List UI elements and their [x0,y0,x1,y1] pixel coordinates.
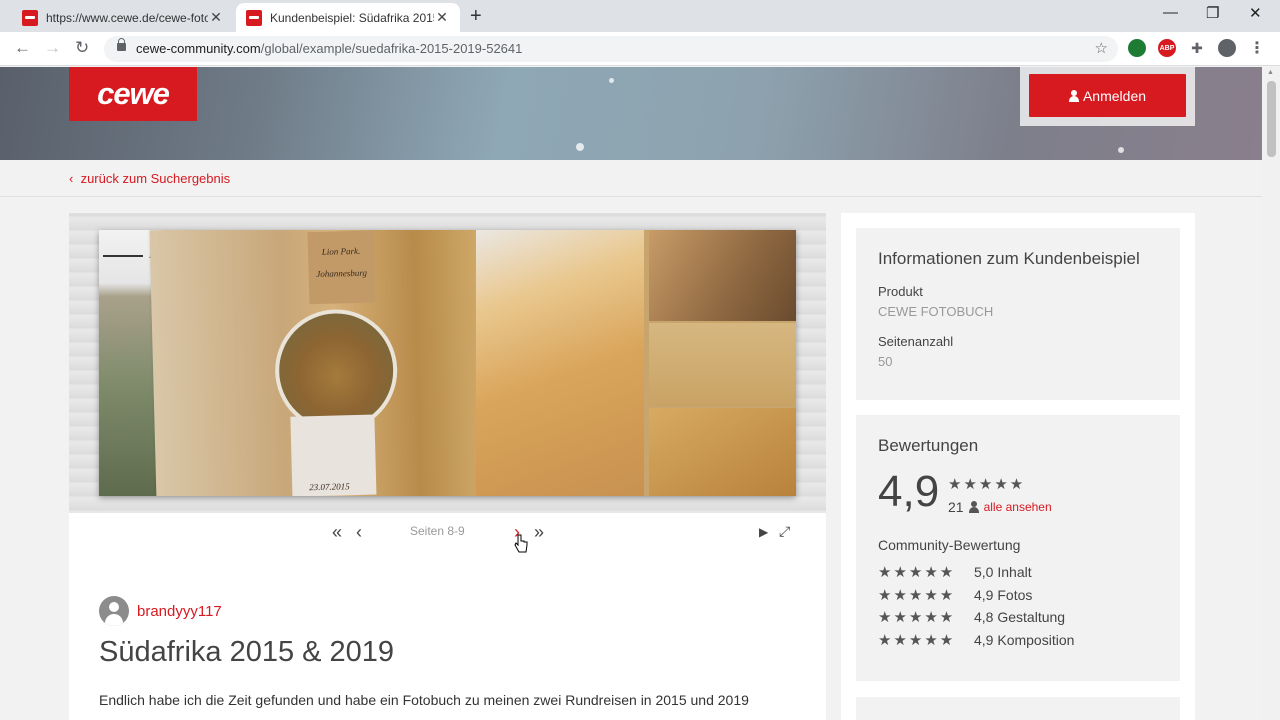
tab-close-icon[interactable]: ✕ [208,9,224,26]
page-title: Südafrika 2015 & 2019 [99,636,395,668]
hand-cursor-icon [514,534,528,553]
row-stars: ★★★★★ [878,564,956,581]
cewe-logo[interactable]: cewe [69,67,197,121]
lock-icon [117,38,126,51]
lion-cub-circle-photo [273,307,399,434]
example-card: Di Lion Park. Johannesburg 23.07.2015 « … [69,213,826,720]
avatar[interactable] [99,596,129,626]
product-value: CEWE FOTOBUCH [878,304,994,319]
row-value: 5,0 Inhalt [974,564,1032,580]
page-content: cewe Anmelden ‹ zurück zum Suchergebnis … [0,67,1262,720]
rating-row-fotos: ★★★★★ 4,9 Fotos [878,586,1032,604]
row-value: 4,9 Fotos [974,587,1033,603]
row-value: 4,9 Komposition [974,632,1075,648]
maximize-button[interactable]: ❐ [1206,4,1219,22]
divider [0,196,1262,197]
see-all-link[interactable]: alle ansehen [984,500,1052,514]
rating-stars: ★★★★★ [948,476,1026,493]
description: Endlich habe ich die Zeit gefunden und h… [99,692,749,708]
back-button[interactable]: ← [14,38,31,58]
info-heading: Informationen zum Kundenbeispiel [878,249,1140,268]
profile-icon[interactable] [1218,39,1236,57]
author-name[interactable]: brandyyy117 [137,603,222,620]
menu-icon[interactable]: ⋮ [1248,39,1266,57]
minimize-button[interactable]: — [1163,4,1178,21]
lion-closeup-photo [476,230,644,496]
adblock-icon[interactable]: ABP [1158,39,1176,57]
author-row[interactable]: brandyyy117 [99,596,222,626]
photobook-spread: Di Lion Park. Johannesburg 23.07.2015 [99,230,796,496]
globe-extension-icon[interactable] [1128,39,1146,57]
browser-toolbar: ← → ↻ cewe-community.com/global/example/… [0,32,1280,66]
new-tab-button[interactable]: + [470,5,482,28]
forward-button[interactable]: → [44,38,61,58]
prev-page-button[interactable]: ‹ [356,522,362,543]
location-card: Lion Park. Johannesburg [307,230,376,305]
reload-button[interactable]: ↻ [75,38,89,58]
fullscreen-button[interactable]: ⤢ [779,523,790,540]
community-heading: Community-Bewertung [878,537,1021,553]
login-container: Anmelden [1020,67,1195,126]
back-to-results-link[interactable]: ‹ zurück zum Suchergebnis [69,171,230,186]
lions-with-woman-photo [649,230,796,321]
scroll-thumb[interactable] [1267,81,1276,157]
product-label: Produkt [878,284,923,299]
ratings-heading: Bewertungen [878,436,979,455]
turning-page: Lion Park. Johannesburg 23.07.2015 [149,230,487,496]
row-stars: ★★★★★ [878,587,956,604]
hero-banner: cewe Anmelden [0,67,1262,160]
cewe-favicon-icon [22,9,38,26]
row-stars: ★★★★★ [878,609,956,626]
viewer-controls: « ‹ Seiten 8-9 › » ▶ ⤢ [69,513,826,553]
tab-title: https://www.cewe.de/cewe-fotob [46,10,208,25]
tab-cewe-fotobuch[interactable]: https://www.cewe.de/cewe-fotob ✕ [12,3,234,32]
photobook-viewer[interactable]: Di Lion Park. Johannesburg 23.07.2015 [69,213,826,513]
title-line [103,255,143,257]
row-value: 4,8 Gestaltung [974,609,1066,625]
rating-row-inhalt: ★★★★★ 5,0 Inhalt [878,563,1032,581]
rating-score: 4,9 [878,467,940,516]
scrollbar[interactable]: ▲ [1262,67,1280,720]
row-stars: ★★★★★ [878,632,956,649]
first-page-button[interactable]: « [332,522,342,543]
puzzle-icon[interactable]: ✚ [1188,39,1206,57]
tab-bar: https://www.cewe.de/cewe-fotob ✕ Kundenb… [0,0,1280,32]
lion-cub-photo [649,408,796,496]
tab-close-icon[interactable]: ✕ [434,9,450,26]
cewe-favicon-icon [246,9,262,26]
bokeh-dot [609,78,614,83]
scroll-up-icon[interactable]: ▲ [1267,69,1274,76]
tab-kundenbeispiel[interactable]: Kundenbeispiel: Südafrika 2015 & ✕ [236,3,460,32]
user-icon [1068,89,1079,102]
last-page-button[interactable]: » [534,522,544,543]
white-lion-photo [649,323,796,406]
tab-title: Kundenbeispiel: Südafrika 2015 & [270,10,434,25]
rating-row-gestaltung: ★★★★★ 4,8 Gestaltung [878,608,1065,626]
back-link-label: zurück zum Suchergebnis [80,171,231,186]
bokeh-dot [576,143,584,151]
login-label: Anmelden [1082,87,1147,104]
address-bar[interactable]: cewe-community.com/global/example/suedaf… [104,36,1118,62]
sidebar: Informationen zum Kundenbeispiel Produkt… [841,213,1195,720]
rating-count-row: 21 alle ansehen [948,499,1052,515]
next-box [856,697,1180,720]
login-button[interactable]: Anmelden [1029,74,1186,117]
play-button[interactable]: ▶ [759,525,768,539]
rating-row-komposition: ★★★★★ 4,9 Komposition [878,631,1074,649]
ratings-box: Bewertungen 4,9 ★★★★★ 21 alle ansehen Co… [856,415,1180,681]
bokeh-dot [1118,147,1124,153]
close-window-button[interactable]: ✕ [1249,4,1262,22]
url-domain: cewe-community.com [136,41,261,56]
pages-label: Seitenanzahl [878,334,954,349]
page-date: 23.07.2015 [309,481,350,493]
url-text[interactable]: cewe-community.com/global/example/suedaf… [136,41,522,56]
rating-count: 21 [948,499,964,515]
person-icon [968,501,979,513]
pages-value: 50 [878,354,893,369]
bookmark-star-icon[interactable]: ☆ [1095,39,1108,57]
info-box: Informationen zum Kundenbeispiel Produkt… [856,228,1180,400]
url-path: /global/example/suedafrika-2015-2019-526… [260,41,523,56]
page-indicator: Seiten 8-9 [410,524,465,538]
